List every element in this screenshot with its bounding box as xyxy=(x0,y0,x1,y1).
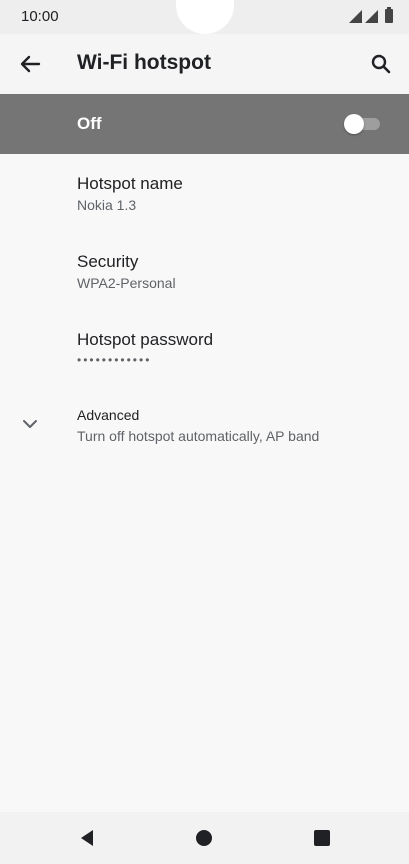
master-switch-label: Off xyxy=(77,114,102,133)
back-button[interactable] xyxy=(14,48,46,80)
pref-title: Advanced xyxy=(77,407,140,423)
nav-back-button[interactable] xyxy=(75,826,99,850)
chevron-down-icon xyxy=(23,420,37,428)
signal-icon-2 xyxy=(365,10,378,23)
search-button[interactable] xyxy=(365,48,397,80)
pref-advanced[interactable]: Advanced Turn off hotspot automatically,… xyxy=(0,392,409,460)
pref-hotspot-name[interactable]: Hotspot name Nokia 1.3 xyxy=(0,156,409,232)
camera-notch xyxy=(176,0,234,34)
pref-summary: Turn off hotspot automatically, AP band xyxy=(77,428,320,444)
page-title: Wi-Fi hotspot xyxy=(77,51,211,74)
pref-hotspot-password[interactable]: Hotspot password •••••••••••• xyxy=(0,312,409,388)
nav-recents-button[interactable] xyxy=(310,826,334,850)
signal-icon xyxy=(349,10,362,23)
arrow-back-icon xyxy=(20,55,41,73)
status-bar: 10:00 xyxy=(0,0,409,34)
pref-title: Hotspot password xyxy=(77,330,214,349)
battery-icon xyxy=(385,7,393,23)
status-icons xyxy=(349,7,393,23)
triangle-back-icon xyxy=(81,830,93,846)
circle-home-icon xyxy=(196,830,212,846)
system-nav-bar xyxy=(0,812,409,864)
app-toolbar: Wi-Fi hotspot xyxy=(0,34,409,94)
pref-summary: Nokia 1.3 xyxy=(77,197,137,213)
pref-summary: WPA2-Personal xyxy=(77,275,176,291)
pref-title: Hotspot name xyxy=(77,174,183,193)
hotspot-master-switch[interactable]: Off xyxy=(0,94,409,154)
password-dots: •••••••••••• xyxy=(77,353,152,367)
square-recents-icon xyxy=(314,830,330,846)
search-icon xyxy=(371,54,391,74)
status-time: 10:00 xyxy=(21,8,59,25)
pref-title: Security xyxy=(77,252,139,271)
toggle-thumb xyxy=(344,114,364,134)
nav-home-button[interactable] xyxy=(192,826,216,850)
hotspot-toggle[interactable] xyxy=(344,114,382,134)
pref-security[interactable]: Security WPA2-Personal xyxy=(0,234,409,310)
